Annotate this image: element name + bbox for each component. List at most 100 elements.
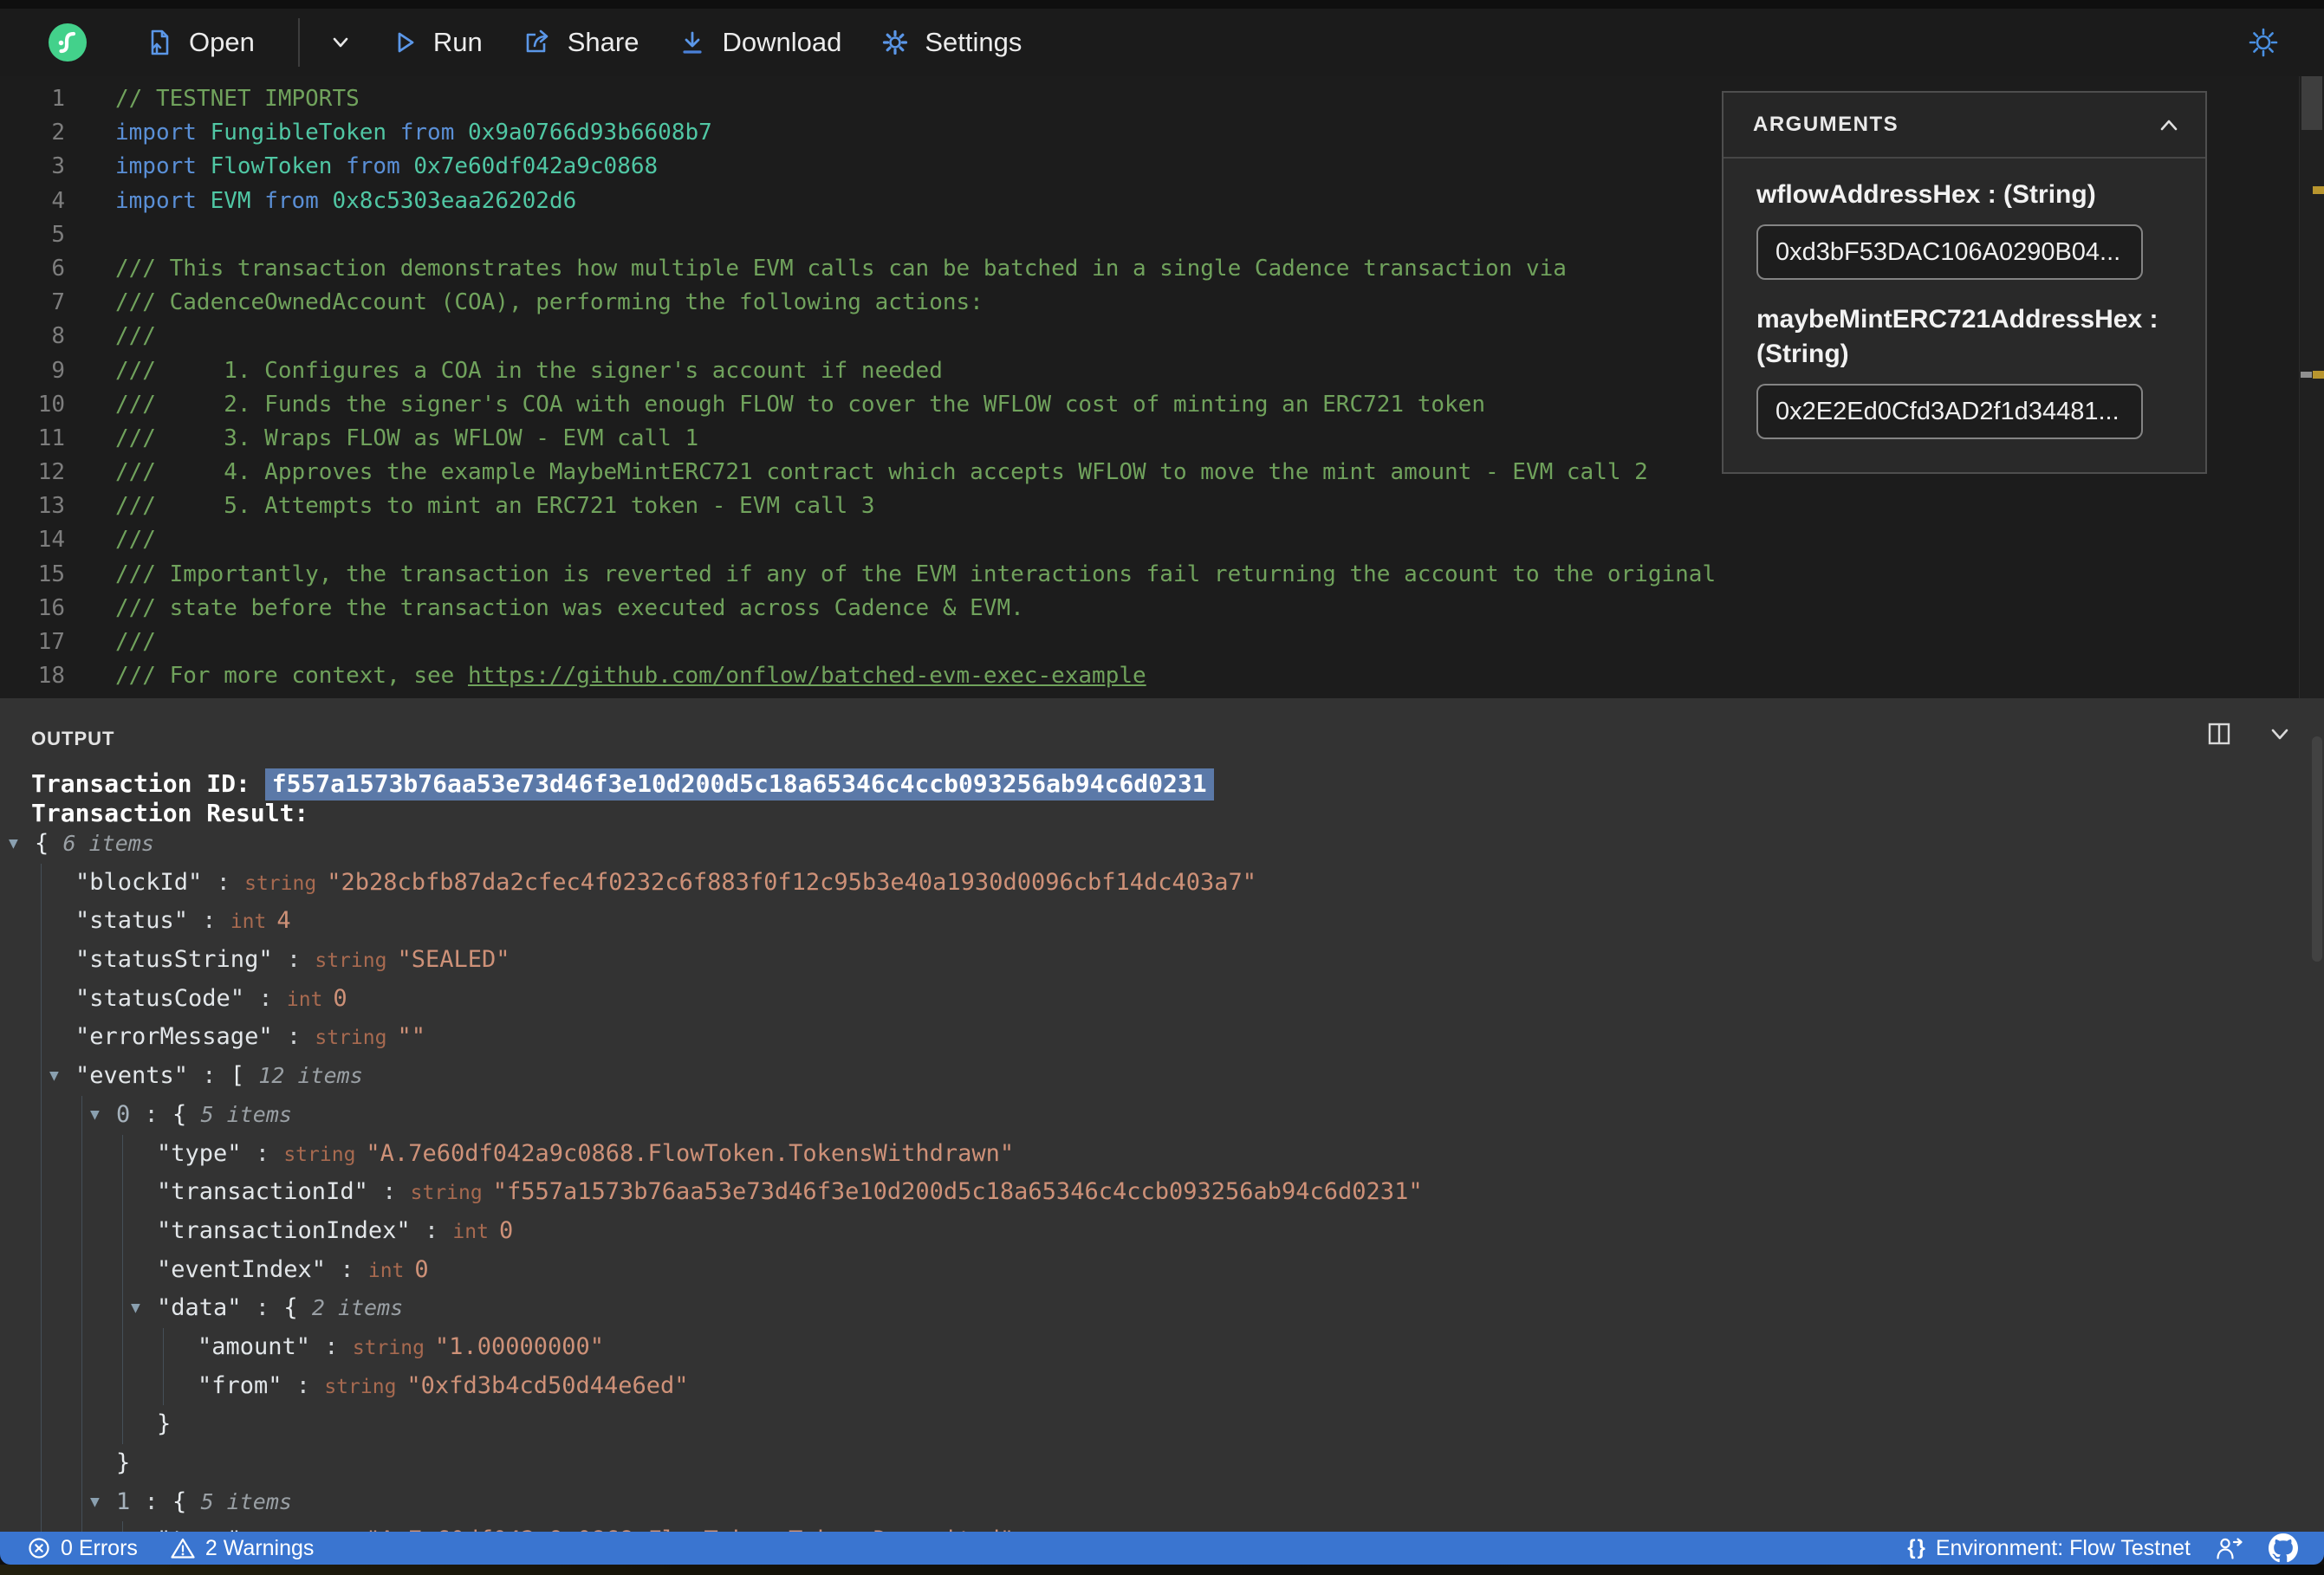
code-line: 16 /// state before the transaction was e…	[0, 592, 1716, 625]
feedback-person-icon[interactable]	[2213, 1534, 2246, 1562]
output-scrollbar-thumb[interactable]	[2312, 736, 2322, 962]
json-key: "transactionId"	[157, 1178, 368, 1206]
code-link[interactable]: https://github.com/onflow/batched-evm-ex…	[468, 663, 1146, 689]
line-number: 13	[37, 493, 65, 520]
open-dropdown-button[interactable]	[326, 28, 355, 57]
code-line: 8 ///	[0, 320, 1716, 353]
code-token: /// 1. Configures a COA in the signer's …	[115, 357, 943, 384]
json-bracket: {	[172, 1488, 201, 1515]
indent-guide	[81, 1173, 82, 1212]
code-line: 5	[0, 218, 1716, 252]
line-number: 5	[51, 221, 65, 248]
code-line: 1 // TESTNET IMPORTS	[0, 82, 1716, 116]
json-type: string	[410, 1182, 483, 1205]
json-tree-row: }	[0, 1405, 2324, 1444]
json-key: "statusString"	[75, 946, 273, 974]
split-view-icon[interactable]	[2204, 719, 2234, 749]
collapse-arrow[interactable]: ▼	[131, 1289, 157, 1328]
errors-indicator[interactable]: 0 Errors	[26, 1535, 138, 1561]
collapse-arrow[interactable]: ▼	[90, 1096, 116, 1135]
code-line: 11 /// 3. Wraps FLOW as WFLOW - EVM call …	[0, 422, 1716, 456]
json-value: "A.7e60df042a9c0868.FlowToken.TokensWith…	[366, 1139, 1015, 1167]
code-token: /// For more context, see	[115, 663, 468, 690]
argument-input-wflow[interactable]: 0xd3bF53DAC106A0290B04...	[1756, 224, 2143, 280]
code-token: 0x8c5303eaa26202d6	[332, 187, 577, 214]
gear-icon	[880, 27, 911, 58]
json-bracket: {	[283, 1294, 312, 1322]
json-key: "blockId"	[75, 868, 203, 896]
chevron-up-icon[interactable]	[2155, 114, 2183, 135]
indent-guide	[41, 1173, 42, 1212]
indent-guide	[41, 1444, 42, 1483]
overview-cursor-mark	[2301, 372, 2312, 378]
warnings-indicator[interactable]: 2 Warnings	[169, 1535, 314, 1561]
indent-guide	[81, 1521, 82, 1532]
github-icon[interactable]	[2269, 1533, 2298, 1563]
window-top-edge	[0, 0, 2324, 9]
json-value: "1.00000000"	[434, 1332, 604, 1360]
editor-scrollbar[interactable]	[2299, 76, 2324, 698]
colon: :	[130, 1100, 173, 1128]
collapse-arrow[interactable]: ▼	[9, 825, 35, 864]
colon: :	[367, 1178, 411, 1206]
indent-guide	[122, 1173, 123, 1212]
open-label: Open	[189, 27, 255, 57]
collapse-arrow[interactable]: ▼	[49, 1057, 75, 1096]
json-value: 0	[414, 1255, 429, 1283]
collapse-arrow[interactable]: ▼	[90, 1483, 116, 1522]
indent-guide	[41, 1521, 42, 1532]
colon: :	[272, 946, 315, 974]
transaction-id-line: Transaction ID: f557a1573b76aa53e73d46f3…	[31, 768, 1214, 800]
json-bracket: }	[157, 1410, 172, 1438]
json-key: "type"	[157, 1139, 242, 1167]
json-tree-row: ▼ 1 : { 5 items	[0, 1482, 2324, 1522]
environment-indicator[interactable]: {} Environment: Flow Testnet	[1907, 1536, 2191, 1561]
open-file-icon	[144, 27, 175, 58]
argument-input-maybemint[interactable]: 0x2E2Ed0Cfd3AD2f1d34481...	[1756, 384, 2143, 439]
json-tree-row: "amount" : string "1.00000000"	[0, 1327, 2324, 1367]
indent-guide	[163, 1366, 164, 1406]
line-number: 17	[37, 629, 65, 655]
colon: :	[244, 984, 287, 1012]
indent-guide	[81, 1095, 82, 1135]
items-count: 6 items	[62, 831, 154, 856]
environment-label: Environment: Flow Testnet	[1935, 1535, 2191, 1560]
json-key: "amount"	[198, 1332, 311, 1360]
indent-guide	[41, 1289, 42, 1328]
colon: :	[202, 868, 245, 896]
download-button[interactable]: Download	[677, 27, 841, 58]
open-button[interactable]: Open	[144, 27, 255, 58]
settings-button[interactable]: Settings	[880, 27, 1022, 58]
items-count: 12 items	[258, 1063, 363, 1089]
code-editor[interactable]: 1 // TESTNET IMPORTS 2 import FungibleToken…	[0, 76, 2324, 698]
warning-mark	[2313, 371, 2324, 379]
desktop-wallpaper-strip	[0, 1565, 2324, 1575]
line-number: 7	[51, 289, 65, 316]
share-button[interactable]: Share	[521, 26, 639, 59]
theme-toggle-button[interactable]	[2244, 23, 2282, 62]
code-token: /// 4. Approves the example MaybeMintERC…	[115, 459, 1648, 486]
json-key: "from"	[198, 1371, 282, 1399]
json-tree-row: ▼ "data" : { 2 items	[0, 1289, 2324, 1328]
indent-guide	[41, 941, 42, 980]
run-button[interactable]: Run	[390, 27, 483, 58]
output-title: OUTPUT	[31, 728, 115, 749]
arguments-header[interactable]: ARGUMENTS	[1724, 93, 2205, 159]
code-token: // TESTNET IMPORTS	[115, 86, 360, 112]
code-token: EVM	[210, 187, 265, 214]
toolbar-divider	[297, 18, 300, 67]
indent-guide	[81, 1405, 82, 1444]
collapse-output-chevron-icon[interactable]	[2265, 719, 2295, 749]
json-value: 0	[333, 984, 347, 1012]
code-token: /// Importantly, the transaction is reve…	[115, 561, 1717, 587]
items-count: 5 items	[200, 1101, 292, 1127]
json-value: ""	[397, 1023, 425, 1051]
flow-logo-icon	[49, 23, 87, 62]
editor-scrollbar-thumb[interactable]	[2301, 76, 2322, 130]
colon: :	[272, 1023, 315, 1051]
share-label: Share	[567, 27, 639, 57]
colon: :	[188, 1062, 230, 1090]
json-bracket: {	[172, 1100, 201, 1128]
indent-guide	[41, 1482, 42, 1522]
code-token: import	[115, 120, 211, 146]
